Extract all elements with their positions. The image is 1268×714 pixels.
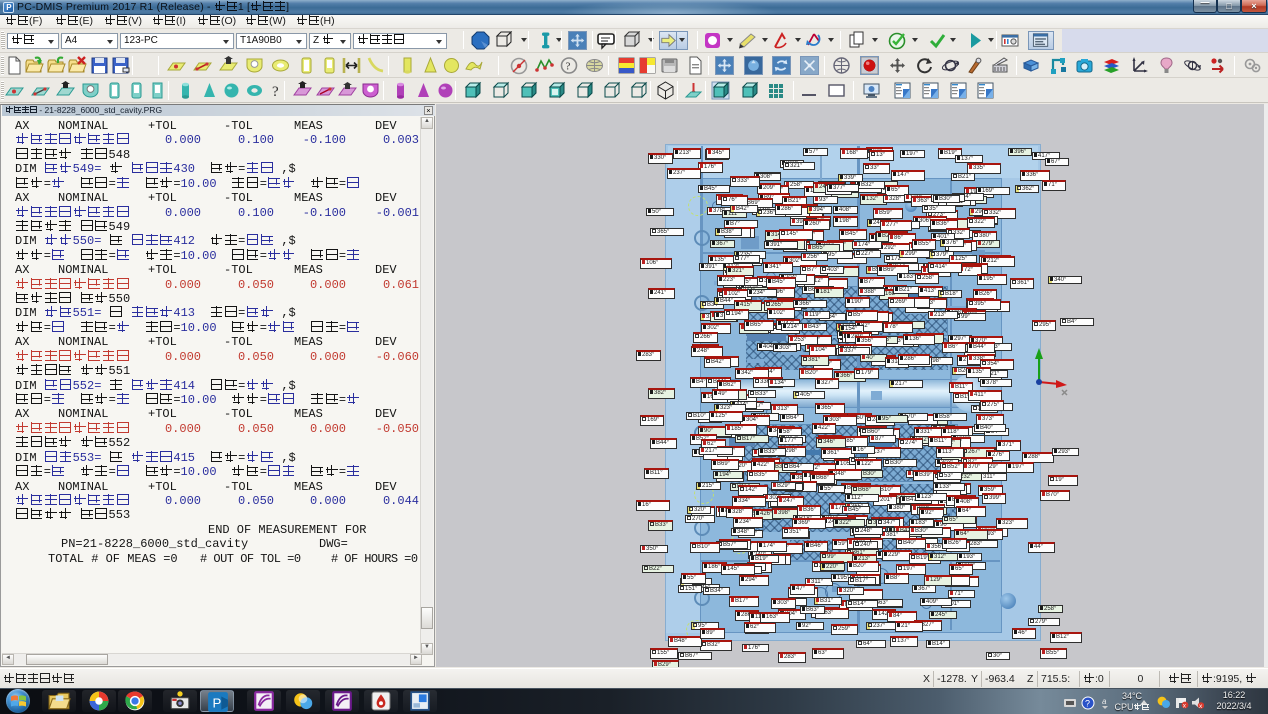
- svg-text:P: P: [213, 696, 222, 711]
- svg-text:?: ?: [1085, 699, 1090, 709]
- svg-text:?: ?: [272, 84, 279, 100]
- svg-text:?: ?: [566, 61, 571, 73]
